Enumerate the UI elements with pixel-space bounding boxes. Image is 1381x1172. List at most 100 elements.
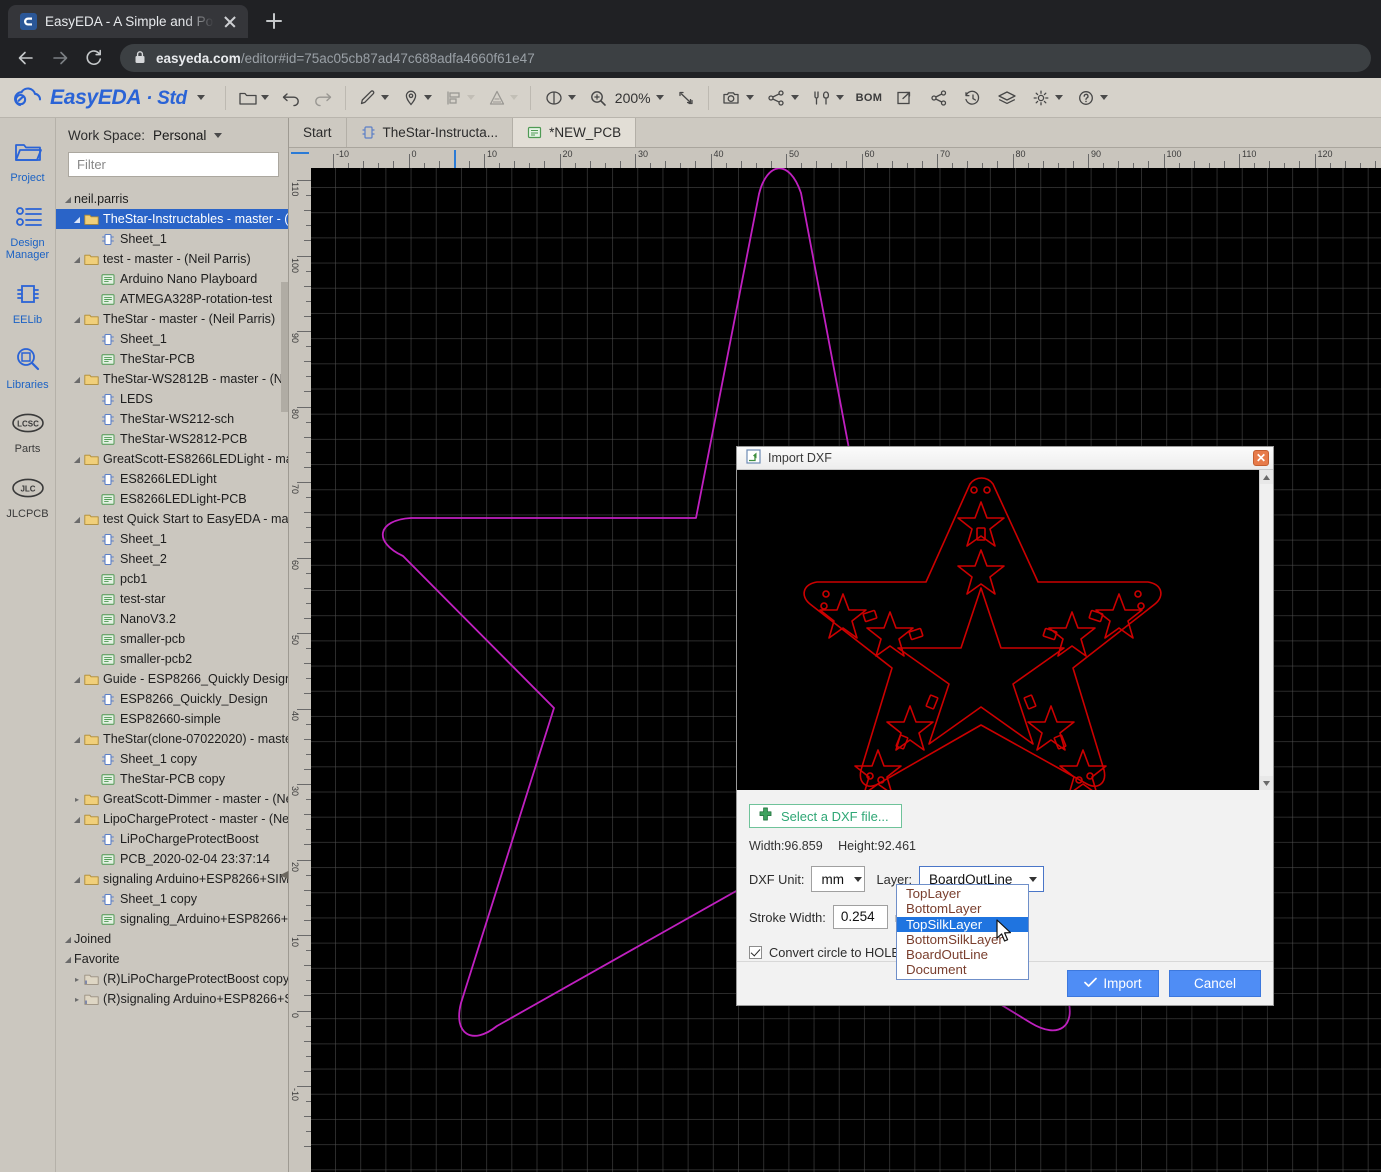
tree-item[interactable]: NanoV3.2 (56, 609, 288, 629)
tree-item[interactable]: ◢TheStar - master - (Neil Parris) (56, 309, 288, 329)
rail-item-parts[interactable]: LCSCParts (0, 397, 56, 462)
dxf-unit-select[interactable]: mm (811, 866, 865, 892)
document-tab-thestar-instructa[interactable]: TheStar-Instructa... (347, 118, 514, 147)
panel-scrollbar-thumb[interactable] (281, 282, 288, 412)
align-tools-button[interactable] (438, 82, 481, 114)
document-tab-start[interactable]: Start (289, 118, 347, 147)
tree-twisty-right-icon[interactable]: ▸ (71, 795, 83, 804)
cancel-button[interactable]: Cancel (1169, 970, 1261, 997)
scroll-down-arrow-icon[interactable] (1260, 776, 1273, 790)
tree-twisty-down-icon[interactable]: ◢ (71, 215, 83, 224)
tree-twisty-down-icon[interactable]: ◢ (71, 675, 83, 684)
draw-tools-button[interactable] (352, 82, 395, 114)
settings-button[interactable] (1024, 82, 1069, 114)
measure-tools-button[interactable] (481, 82, 524, 114)
tree-item[interactable]: ◢Guide - ESP8266_Quickly Design - (56, 669, 288, 689)
chevron-down-icon[interactable] (261, 95, 269, 100)
tree-item[interactable]: ◢TheStar-WS2812B - master - (Neil (56, 369, 288, 389)
tree-item[interactable]: ▸GreatScott-Dimmer - master - (Neil (56, 789, 288, 809)
tree-item[interactable]: Sheet_1 (56, 229, 288, 249)
layers-button[interactable] (990, 82, 1024, 114)
tree-item[interactable]: ◢Favorite (56, 949, 288, 969)
back-arrow-icon[interactable] (10, 42, 42, 74)
tree-twisty-down-icon[interactable]: ◢ (71, 375, 83, 384)
photo-view-button[interactable] (715, 82, 760, 114)
chevron-down-icon[interactable] (746, 95, 754, 100)
tree-item[interactable]: ▸(R)LiPoChargeProtectBoost copy - (56, 969, 288, 989)
tree-item[interactable]: test-star (56, 589, 288, 609)
tree-twisty-down-icon[interactable]: ◢ (71, 815, 83, 824)
chevron-down-icon[interactable] (836, 95, 844, 100)
tree-item[interactable]: ES8266LEDLight-PCB (56, 489, 288, 509)
rail-item-eelib[interactable]: EELib (0, 268, 56, 333)
tree-item[interactable]: Sheet_1 copy (56, 749, 288, 769)
tree-twisty-down-icon[interactable]: ◢ (62, 935, 74, 944)
reload-icon[interactable] (78, 42, 110, 74)
tree-item[interactable]: ESP8266_Quickly_Design (56, 689, 288, 709)
bom-button[interactable]: BOM (850, 82, 889, 114)
tree-twisty-down-icon[interactable]: ◢ (71, 255, 83, 264)
chevron-down-icon[interactable] (1055, 95, 1063, 100)
chevron-down-icon[interactable] (791, 95, 799, 100)
document-tab-new-pcb[interactable]: *NEW_PCB (513, 118, 636, 147)
tree-twisty-right-icon[interactable]: ▸ (71, 975, 83, 984)
chevron-down-icon[interactable] (656, 95, 664, 100)
tree-item[interactable]: Sheet_1 (56, 529, 288, 549)
tree-item[interactable]: pcb1 (56, 569, 288, 589)
tree-item[interactable]: ◢LipoChargeProtect - master - (Neil (56, 809, 288, 829)
fit-to-screen-button[interactable] (670, 82, 702, 114)
rail-item-project[interactable]: Project (0, 126, 56, 191)
address-bar[interactable]: easyeda.com/editor#id=75ac05cb87ad47c688… (120, 44, 1371, 72)
tree-item[interactable]: ◢neil.parris (56, 189, 288, 209)
tree-item[interactable]: ◢Joined (56, 929, 288, 949)
tree-item[interactable]: LiPoChargeProtectBoost (56, 829, 288, 849)
history-button[interactable] (956, 82, 990, 114)
tree-twisty-down-icon[interactable]: ◢ (71, 875, 83, 884)
convert-circle-checkbox[interactable] (749, 946, 762, 959)
dxf-preview-canvas[interactable] (737, 470, 1259, 790)
tree-item[interactable]: smaller-pcb2 (56, 649, 288, 669)
close-icon[interactable]: ✕ (1253, 450, 1269, 466)
tree-item[interactable]: ESP82660-simple (56, 709, 288, 729)
chevron-down-icon[interactable] (424, 95, 432, 100)
workspace-value[interactable]: Personal (153, 128, 206, 143)
tree-item[interactable]: Arduino Nano Playboard (56, 269, 288, 289)
filter-input[interactable]: Filter (68, 152, 279, 177)
tree-item[interactable]: TheStar-WS212-sch (56, 409, 288, 429)
layer-option-document[interactable]: Document (897, 962, 1028, 977)
tree-item[interactable]: LEDS (56, 389, 288, 409)
layer-option-boardoutline[interactable]: BoardOutLine (897, 947, 1028, 962)
tree-item[interactable]: Sheet_2 (56, 549, 288, 569)
chevron-down-icon[interactable] (467, 95, 475, 100)
tree-item[interactable]: ES8266LEDLight (56, 469, 288, 489)
dxf-preview-scrollbar[interactable] (1259, 470, 1273, 790)
tree-item[interactable]: TheStar-PCB copy (56, 769, 288, 789)
tree-twisty-down-icon[interactable]: ◢ (71, 455, 83, 464)
chevron-down-icon[interactable] (197, 95, 205, 100)
chevron-down-icon[interactable] (510, 95, 518, 100)
tree-twisty-down-icon[interactable]: ◢ (71, 515, 83, 524)
tree-item[interactable]: signaling_Arduino+ESP8266+SIM (56, 909, 288, 929)
tree-item[interactable]: TheStar-PCB (56, 349, 288, 369)
close-icon[interactable] (222, 14, 238, 30)
view-tools-button[interactable] (537, 82, 582, 114)
redo-button[interactable] (307, 82, 339, 114)
tree-item[interactable]: ◢test - master - (Neil Parris) (56, 249, 288, 269)
chevron-down-icon[interactable] (381, 95, 389, 100)
import-button[interactable]: Import (1067, 970, 1159, 997)
rail-item-jlcpcb[interactable]: JLCJLCPCB (0, 462, 56, 527)
tree-item[interactable]: TheStar-WS2812-PCB (56, 429, 288, 449)
tree-item[interactable]: ▸(R)signaling Arduino+ESP8266+SI (56, 989, 288, 1009)
layer-option-toplayer[interactable]: TopLayer (897, 886, 1028, 901)
chevron-down-icon[interactable] (1100, 95, 1108, 100)
tree-twisty-down-icon[interactable]: ◢ (71, 735, 83, 744)
tree-item[interactable]: ◢TheStar(clone-07022020) - master (56, 729, 288, 749)
select-dxf-file-button[interactable]: Select a DXF file... (749, 804, 902, 828)
export-gerber-button[interactable] (888, 82, 922, 114)
help-button[interactable] (1069, 82, 1114, 114)
tree-item[interactable]: ◢test Quick Start to EasyEDA - mast (56, 509, 288, 529)
chevron-down-icon[interactable] (568, 95, 576, 100)
chevron-down-icon[interactable] (214, 133, 222, 138)
rail-item-design-manager[interactable]: Design Manager (0, 191, 56, 268)
place-tools-button[interactable] (395, 82, 438, 114)
